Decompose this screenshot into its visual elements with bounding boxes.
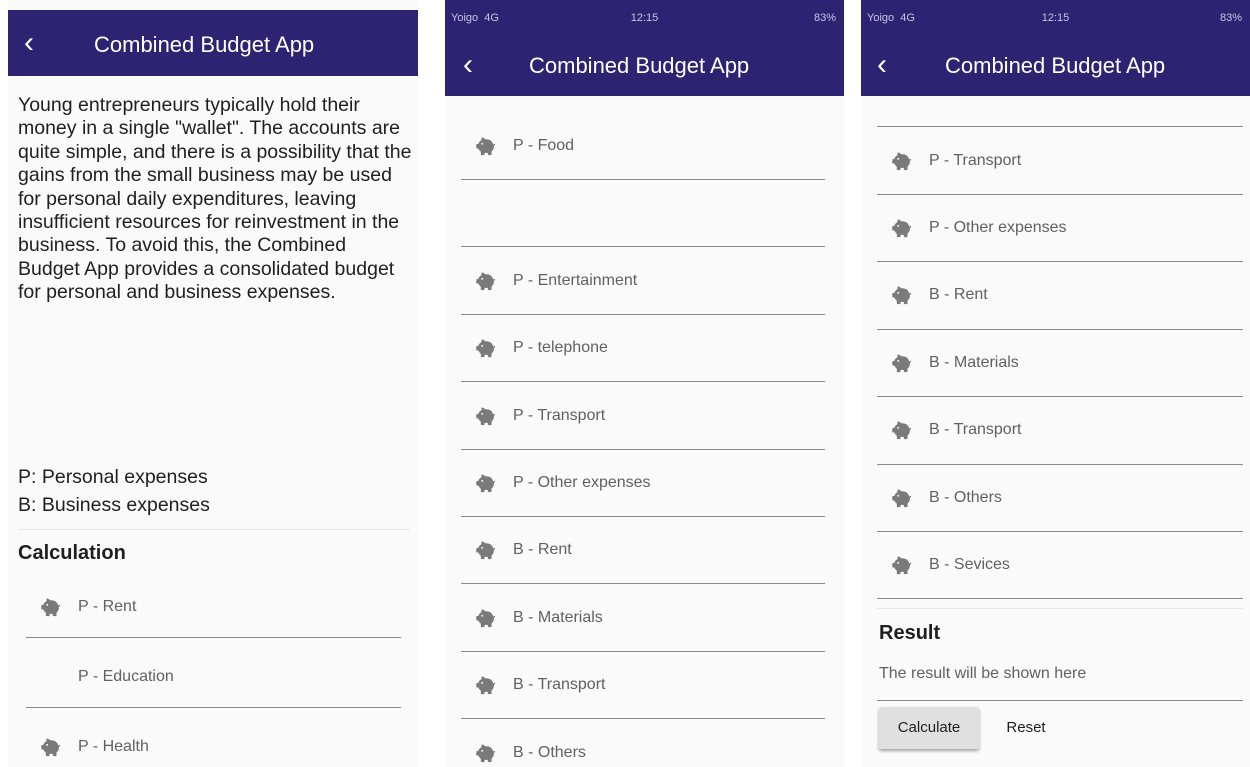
piggy-bank-icon	[475, 406, 497, 426]
budget-input-field[interactable]: P - telephone	[461, 315, 825, 383]
budget-input-field[interactable]: P - Rent	[26, 576, 401, 638]
clock: 12:15	[1041, 12, 1070, 24]
field-label: B - Others	[929, 488, 1002, 506]
piggy-bank-icon	[475, 271, 497, 291]
piggy-bank-icon	[475, 338, 497, 358]
legend-personal: P: Personal expenses	[18, 466, 208, 488]
battery-level: 83%	[813, 12, 836, 24]
field-label: B - Transport	[513, 676, 606, 694]
piggy-bank-icon	[475, 608, 497, 628]
budget-input-field[interactable]: P - Health	[26, 716, 401, 767]
back-arrow-icon[interactable]: ‹	[24, 28, 34, 58]
result-text: The result will be shown here	[879, 665, 1087, 682]
piggy-bank-icon	[891, 555, 913, 575]
piggy-bank-icon	[891, 420, 913, 440]
field-label: B - Transport	[929, 421, 1022, 439]
field-label: P - Transport	[929, 151, 1022, 169]
budget-input-field[interactable]: P - Other expenses	[461, 450, 825, 517]
piggy-bank-icon	[891, 285, 913, 305]
back-arrow-icon[interactable]: ‹	[877, 50, 887, 80]
battery-level: 83%	[1219, 12, 1242, 24]
field-label: B - Materials	[513, 608, 603, 626]
app-title: Combined Budget App	[529, 53, 750, 78]
screen-1: ‹ Combined Budget App Young entrepreneur…	[8, 0, 418, 767]
screen-2: Yoigo 4G 12:15 83% ‹ Combined Budget App…	[445, 0, 844, 767]
budget-input-field[interactable]	[461, 180, 825, 248]
piggy-bank-icon	[475, 540, 497, 560]
field-label: P - Health	[78, 737, 149, 755]
result-underline	[877, 700, 1243, 701]
budget-input-field[interactable]: P - Transport	[877, 127, 1243, 195]
budget-input-field[interactable]: B - Materials	[877, 329, 1243, 398]
piggy-bank-icon	[40, 737, 62, 757]
budget-input-field[interactable]: B - Rent	[461, 517, 825, 585]
budget-input-field[interactable]: P - Education	[26, 646, 401, 708]
status-bar: Yoigo 4G 12:15 83%	[861, 12, 1250, 28]
piggy-bank-icon	[891, 151, 913, 171]
calculation-heading: Calculation	[18, 542, 126, 564]
divider	[18, 529, 410, 530]
field-label: P - Transport	[513, 406, 606, 424]
piggy-bank-icon	[40, 597, 62, 617]
reset-button[interactable]: Reset	[989, 707, 1063, 749]
piggy-bank-icon	[891, 488, 913, 508]
field-label: P - Rent	[78, 597, 137, 615]
intro-text: Young entrepreneurs typically hold their…	[18, 94, 412, 304]
budget-input-field[interactable]: P - Food	[461, 113, 825, 180]
screen-3: ‹ Combined Budget App Yoigo 4G 12:15 83%…	[861, 0, 1250, 767]
budget-input-field[interactable]: B - Transport	[877, 397, 1243, 465]
app-bar: ‹ Combined Budget App	[8, 10, 418, 76]
clock: 12:15	[630, 12, 659, 24]
piggy-bank-icon	[475, 136, 497, 156]
budget-input-field[interactable]: B - Others	[461, 720, 825, 767]
app-title: Combined Budget App	[94, 32, 315, 57]
piggy-bank-icon	[475, 473, 497, 493]
budget-input-field[interactable]: P - Entertainment	[461, 248, 825, 315]
piggy-bank-icon	[475, 675, 497, 695]
budget-input-field[interactable]: P - Transport	[461, 383, 825, 450]
field-label: P - Food	[513, 137, 575, 154]
back-arrow-icon[interactable]: ‹	[463, 50, 473, 80]
calculate-button[interactable]: Calculate	[879, 707, 979, 749]
app-title: Combined Budget App	[945, 53, 1166, 78]
budget-input-field[interactable]: B - Others	[877, 464, 1243, 532]
budget-input-field[interactable]: B - Rent	[877, 262, 1243, 330]
legend-business: B: Business expenses	[18, 494, 210, 516]
field-label: P - Other expenses	[929, 218, 1067, 236]
piggy-bank-icon	[891, 353, 913, 373]
field-label: B - Others	[513, 743, 586, 761]
field-label: B - Rent	[513, 541, 572, 559]
field-label: P - telephone	[513, 339, 608, 357]
field-label: B - Rent	[929, 286, 988, 304]
field-label: B - Sevices	[929, 555, 1010, 573]
budget-input-field[interactable]: B - Transport	[461, 652, 825, 720]
budget-input-field[interactable]: P - Other expenses	[877, 194, 1243, 263]
budget-input-field[interactable]: B - Materials	[461, 585, 825, 652]
status-bar-overlay: Yoigo 4G 12:15 83%	[445, 12, 844, 28]
field-label: P - Other expenses	[513, 474, 651, 491]
field-label: P - Education	[78, 667, 174, 685]
piggy-bank-icon	[475, 743, 497, 763]
piggy-bank-icon	[891, 218, 913, 238]
result-heading: Result	[879, 622, 941, 644]
field-label: B - Materials	[929, 353, 1019, 371]
divider	[877, 608, 1243, 609]
budget-input-field[interactable]: B - Sevices	[877, 531, 1243, 600]
field-label: P - Entertainment	[513, 271, 638, 289]
